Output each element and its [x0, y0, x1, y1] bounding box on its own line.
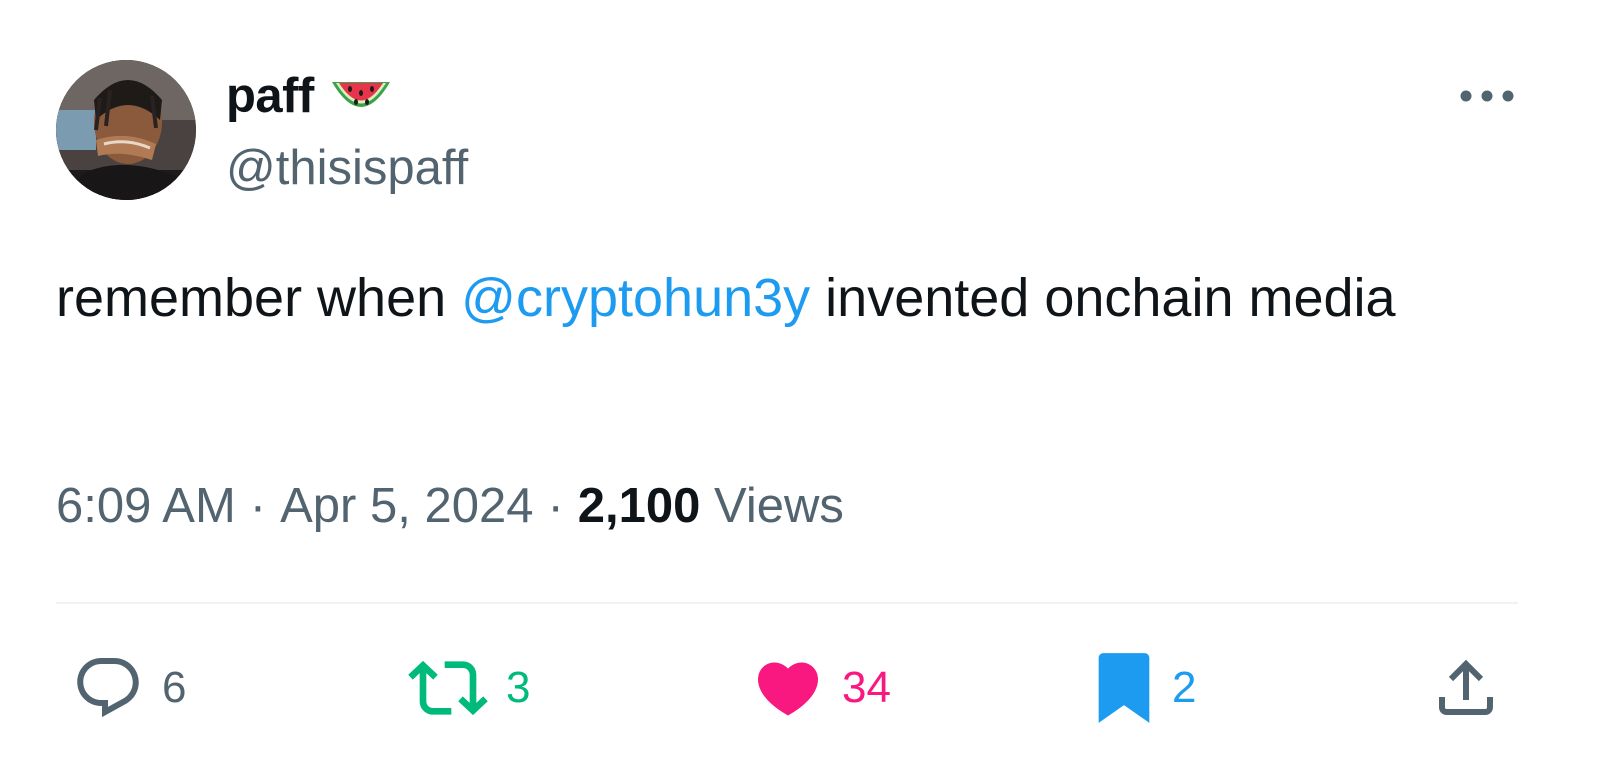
divider	[56, 602, 1518, 604]
tweet-text-before: remember when	[56, 268, 462, 328]
tweet-time[interactable]: 6:09 AM	[56, 479, 236, 533]
reply-icon	[77, 658, 139, 718]
meta-separator: ·	[249, 479, 267, 533]
tweet-text: remember when @cryptohun3y invented onch…	[56, 256, 1496, 340]
meta-separator: ·	[547, 479, 564, 533]
retweet-icon	[408, 660, 488, 716]
mention-link[interactable]: @cryptohun3y	[461, 268, 810, 328]
like-button[interactable]: 34	[752, 648, 891, 728]
tweet-text-after: invented onchain media	[810, 268, 1396, 328]
bookmark-icon	[1098, 653, 1150, 723]
author-display-name[interactable]: paff	[226, 68, 314, 124]
author-handle[interactable]: @thisispaff	[226, 140, 468, 196]
retweet-count: 3	[506, 663, 531, 712]
bookmark-count: 2	[1172, 663, 1197, 712]
author-name-row: paff	[226, 66, 394, 126]
tweet-card: paff @thisispaff remember when @cryptohu…	[0, 0, 1600, 778]
tweet-meta: 6:09 AM · Apr 5, 2024 · 2,100 Views	[56, 478, 844, 534]
like-count: 34	[842, 663, 891, 712]
share-icon	[1439, 659, 1493, 715]
bookmark-button[interactable]: 2	[1094, 648, 1196, 728]
tweet-date[interactable]: Apr 5, 2024	[280, 479, 533, 533]
share-button[interactable]	[1430, 648, 1502, 728]
avatar[interactable]	[56, 60, 196, 200]
retweet-button[interactable]: 3	[408, 648, 530, 728]
heart-icon	[757, 662, 819, 716]
views-label: Views	[714, 479, 844, 533]
reply-count: 6	[162, 663, 187, 712]
reply-button[interactable]: 6	[72, 648, 186, 728]
more-options-button[interactable]	[1454, 76, 1520, 116]
views-count: 2,100	[577, 479, 701, 533]
watermelon-icon	[328, 76, 394, 122]
more-icon	[1460, 90, 1514, 102]
profile-photo-icon	[56, 60, 196, 200]
